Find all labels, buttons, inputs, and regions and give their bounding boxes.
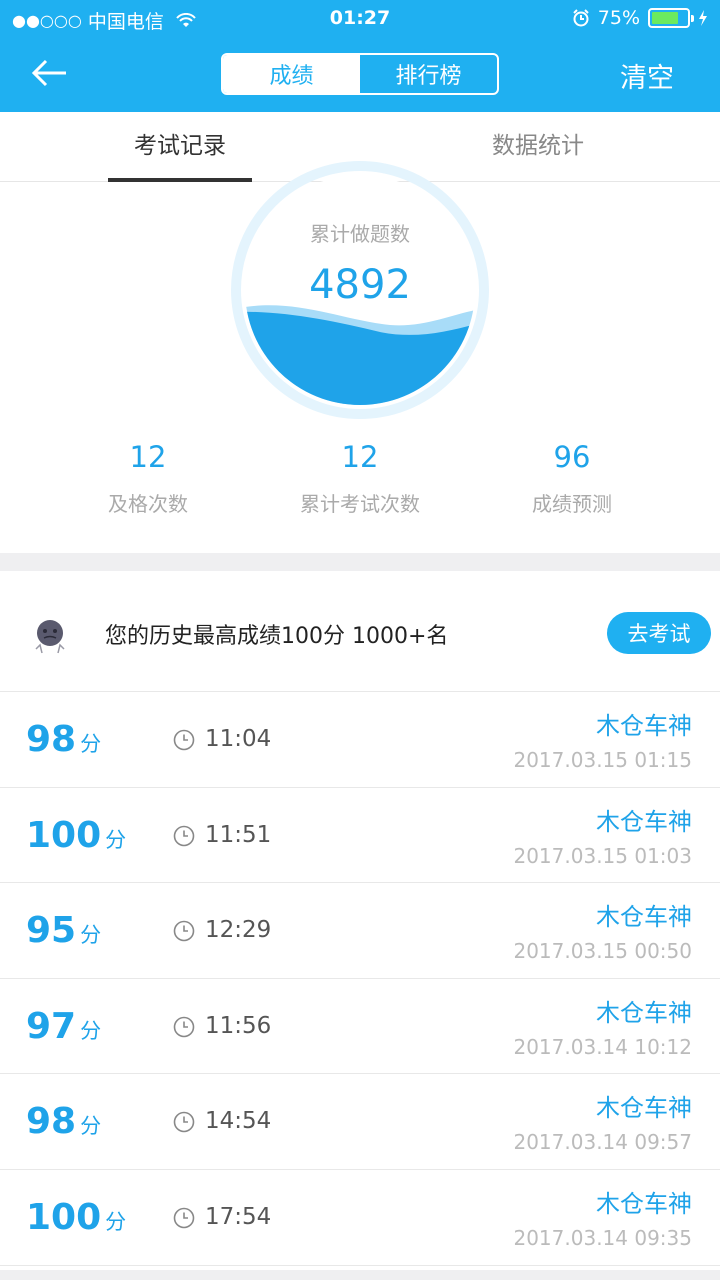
- record-date: 2017.03.14 10:12: [513, 1034, 692, 1059]
- best-score-banner: 您的历史最高成绩100分 1000+名 去考试: [0, 571, 720, 692]
- stat-pass-count: 12 及格次数: [48, 440, 248, 517]
- stat-label: 及格次数: [108, 492, 188, 516]
- record-duration: 11:04: [205, 726, 272, 752]
- record-score: 97 分: [26, 1006, 101, 1047]
- score-value: 98: [26, 1101, 77, 1143]
- score-unit: 分: [105, 1209, 127, 1234]
- clock-icon: [173, 920, 195, 942]
- app-header: ●●○○○ 中国电信 01:27 75% 成绩 排行榜 清空: [0, 0, 720, 112]
- stat-value: 96: [553, 440, 591, 474]
- record-date: 2017.03.15 00:50: [513, 939, 692, 964]
- score-unit: 分: [80, 732, 102, 756]
- bottom-divider: [0, 1270, 720, 1280]
- record-row[interactable]: 97 分 11:56 木仓车神 2017.03.14 10:12: [0, 979, 720, 1075]
- stat-exam-count: 12 累计考试次数: [260, 440, 460, 517]
- record-date: 2017.03.15 01:15: [513, 748, 692, 772]
- record-user-name: 木仓车神: [596, 903, 692, 932]
- status-bar: ●●○○○ 中国电信 01:27 75%: [0, 0, 720, 38]
- segment-scores[interactable]: 成绩: [223, 55, 360, 93]
- record-user-name: 木仓车神: [596, 998, 692, 1027]
- clock-icon: [173, 1016, 195, 1038]
- record-score: 98 分: [26, 1101, 101, 1142]
- back-arrow-icon[interactable]: [30, 52, 72, 94]
- record-duration: 11:56: [205, 1012, 272, 1039]
- clock-icon: [173, 1207, 195, 1229]
- score-value: 97: [26, 1005, 77, 1047]
- charging-icon: [699, 10, 707, 26]
- record-row[interactable]: 100 分 11:51 木仓车神 2017.03.15 01:03: [0, 788, 720, 884]
- stat-score-prediction: 96 成绩预测: [472, 440, 672, 517]
- record-date: 2017.03.14 09:35: [513, 1225, 692, 1250]
- battery-percent: 75%: [597, 7, 640, 29]
- score-unit: 分: [80, 1018, 102, 1043]
- record-score: 100 分: [26, 1197, 126, 1238]
- record-score: 100 分: [26, 815, 126, 856]
- segment-control: 成绩 排行榜: [221, 53, 499, 95]
- record-date: 2017.03.14 09:57: [513, 1130, 692, 1155]
- alarm-icon: [573, 9, 589, 27]
- score-unit: 分: [80, 923, 102, 948]
- score-value: 100: [26, 814, 102, 856]
- score-unit: 分: [105, 827, 127, 852]
- record-row[interactable]: 98 分 14:54 木仓车神 2017.03.14 09:57: [0, 1074, 720, 1170]
- record-row[interactable]: 95 分 12:29 木仓车神 2017.03.15 00:50: [0, 883, 720, 979]
- clock-icon: [173, 825, 195, 846]
- clock-icon: [173, 729, 195, 751]
- score-value: 100: [26, 1196, 102, 1238]
- gauge-value: 4892: [309, 262, 411, 308]
- nav-bar: 成绩 排行榜 清空: [0, 38, 720, 112]
- battery-icon: [648, 8, 694, 28]
- score-value: 98: [26, 719, 77, 760]
- go-exam-button[interactable]: 去考试: [607, 612, 711, 654]
- score-value: 95: [26, 910, 77, 952]
- record-row[interactable]: 100 分 17:54 木仓车神 2017.03.14 09:35: [0, 1170, 720, 1266]
- record-duration: 17:54: [205, 1203, 272, 1230]
- record-user-name: 木仓车神: [596, 1189, 692, 1218]
- score-unit: 分: [80, 1114, 102, 1139]
- record-score: 95 分: [26, 910, 101, 951]
- record-date: 2017.03.15 01:03: [513, 843, 692, 868]
- record-row[interactable]: 98 分 11:04 木仓车神 2017.03.15 01:15: [0, 692, 720, 788]
- section-divider: [0, 553, 720, 571]
- stat-label: 累计考试次数: [300, 492, 420, 516]
- record-score: 98 分: [26, 719, 101, 760]
- record-duration: 12:29: [205, 917, 272, 944]
- stat-label: 成绩预测: [532, 492, 612, 516]
- stat-value: 12: [341, 440, 379, 474]
- clock-icon: [173, 1112, 195, 1133]
- stat-value: 12: [129, 440, 167, 474]
- clear-button[interactable]: 清空: [620, 56, 674, 95]
- exam-record-list: 98 分 11:04 木仓车神 2017.03.15 01:15 100 分 11:51 木仓车…: [0, 692, 720, 1266]
- record-user-name: 木仓车神: [596, 1094, 692, 1123]
- best-score-text: 您的历史最高成绩100分 1000+名: [105, 624, 449, 649]
- record-user-name: 木仓车神: [596, 712, 692, 740]
- segment-ranking[interactable]: 排行榜: [360, 55, 497, 93]
- stats-row: 12 及格次数 12 累计考试次数 96 成绩预测: [0, 440, 720, 530]
- gauge-label: 累计做题数: [310, 222, 410, 246]
- record-duration: 11:51: [205, 821, 272, 848]
- record-duration: 14:54: [205, 1108, 272, 1135]
- avatar-icon: [35, 620, 65, 654]
- record-user-name: 木仓车神: [596, 807, 692, 836]
